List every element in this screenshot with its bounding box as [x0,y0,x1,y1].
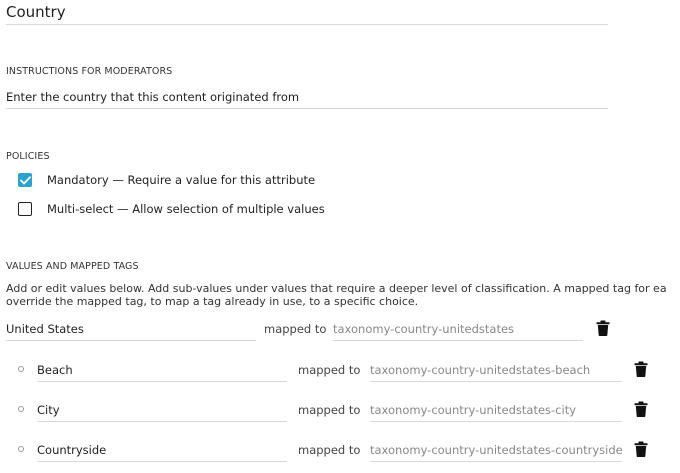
attribute-editor: INSTRUCTIONS FOR MODERATORS POLICIES Man… [0,0,680,473]
values-help-text: Add or edit values below. Add sub-values… [6,282,680,308]
mapped-tag-input-united-states[interactable] [333,318,583,341]
trash-icon[interactable] [596,320,610,336]
instructions-section-label: INSTRUCTIONS FOR MODERATORS [6,66,173,77]
mapped-tag-input-countryside[interactable] [370,439,622,462]
policies-section-label: POLICIES [6,151,50,162]
mapped-tag-input-city[interactable] [370,399,622,422]
mapped-to-label: mapped to [264,322,327,336]
policy-multiselect-row[interactable]: Multi-select — Allow selection of multip… [18,201,325,217]
trash-icon[interactable] [634,361,648,377]
policy-mandatory-row[interactable]: Mandatory — Require a value for this att… [18,172,315,188]
multiselect-checkbox[interactable] [18,202,32,216]
bullet-icon [18,366,24,372]
bullet-icon [18,446,24,452]
trash-icon[interactable] [634,401,648,417]
value-input-united-states[interactable] [6,318,256,341]
attribute-name-input[interactable] [6,0,608,25]
mapped-to-label: mapped to [298,363,361,377]
values-help-line-1: Add or edit values below. Add sub-values… [6,282,667,295]
instructions-input[interactable] [6,86,608,109]
values-help-line-2: override the mapped tag, to map a tag al… [6,295,419,308]
trash-icon[interactable] [634,441,648,457]
value-input-countryside[interactable] [37,439,287,462]
bullet-icon [18,406,24,412]
mandatory-checkbox[interactable] [18,173,32,187]
value-input-city[interactable] [37,399,287,422]
mapped-to-label: mapped to [298,443,361,457]
value-input-beach[interactable] [37,359,287,382]
multiselect-label: Multi-select — Allow selection of multip… [47,202,325,216]
mandatory-label: Mandatory — Require a value for this att… [47,173,316,187]
mapped-to-label: mapped to [298,403,361,417]
values-section-label: VALUES AND MAPPED TAGS [6,261,139,272]
check-icon [19,175,31,184]
mapped-tag-input-beach[interactable] [370,359,622,382]
